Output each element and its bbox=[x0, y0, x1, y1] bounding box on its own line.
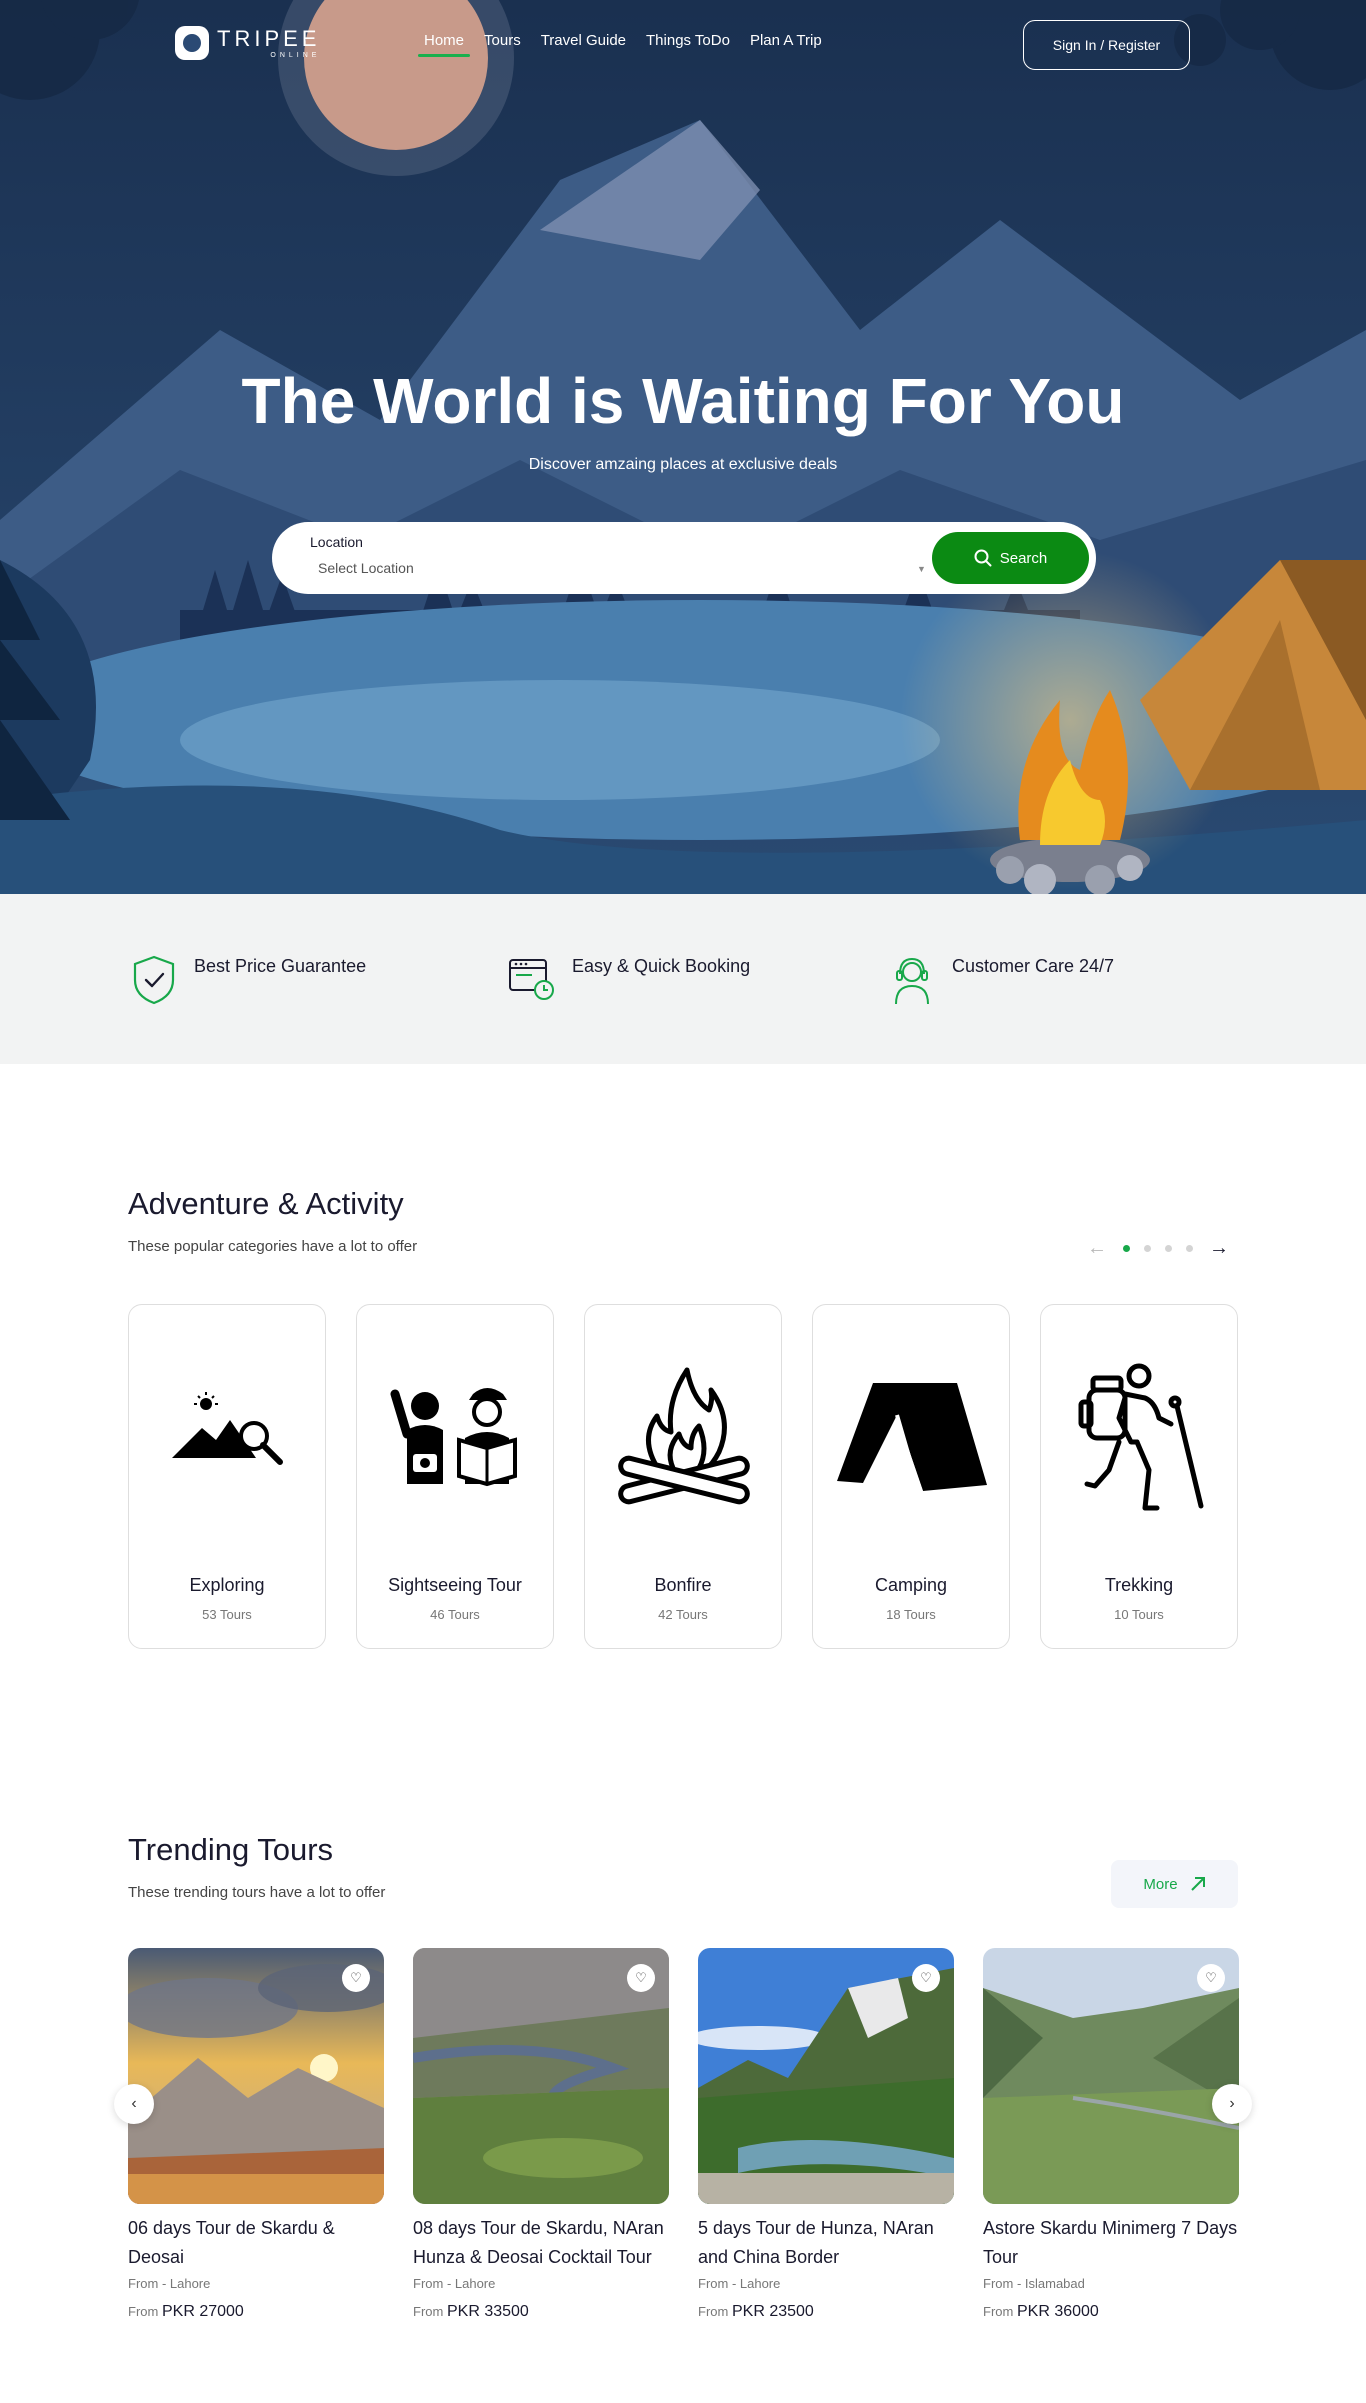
feature-label: Customer Care 24/7 bbox=[952, 956, 1115, 976]
tour-title[interactable]: 5 days Tour de Hunza, NAran and China Bo… bbox=[698, 2214, 954, 2272]
tour-title[interactable]: 08 days Tour de Skardu, NAran Hunza & De… bbox=[413, 2214, 669, 2272]
top-navbar: TRIPEE ONLINE Home Tours Travel Guide Th… bbox=[0, 0, 1366, 90]
category-count: 10 Tours bbox=[1114, 1607, 1164, 1622]
search-button-label: Search bbox=[999, 549, 1048, 567]
category-count: 53 Tours bbox=[202, 1607, 252, 1622]
brand-name: TRIPEE bbox=[217, 25, 321, 51]
search-icon bbox=[974, 549, 992, 567]
category-count: 42 Tours bbox=[658, 1607, 708, 1622]
tour-card[interactable]: ♡ Astore Skardu Minimerg 7 Days Tour Fro… bbox=[983, 1948, 1239, 2321]
category-name: Camping bbox=[874, 1575, 948, 1595]
category-name: Bonfire bbox=[654, 1575, 712, 1595]
more-button[interactable]: More bbox=[1111, 1860, 1238, 1908]
nav-travel-guide[interactable]: Travel Guide bbox=[541, 32, 626, 57]
tourists-icon bbox=[390, 1388, 517, 1487]
brand-tagline: ONLINE bbox=[270, 51, 321, 59]
category-name: Sightseeing Tour bbox=[388, 1575, 522, 1595]
tour-price: From PKR 36000 bbox=[983, 2303, 1099, 2320]
heart-icon[interactable]: ♡ bbox=[1197, 1964, 1225, 1992]
feature-customer-care: Customer Care 24/7 bbox=[888, 954, 1114, 1006]
tour-image[interactable]: ♡ bbox=[128, 1948, 384, 2204]
arrow-right-icon[interactable]: → bbox=[1207, 1237, 1231, 1260]
headset-agent-icon bbox=[895, 957, 929, 1005]
category-count: 18 Tours bbox=[886, 1607, 936, 1622]
search-button[interactable]: Search bbox=[932, 532, 1089, 584]
mountain-search-icon bbox=[172, 1392, 283, 1465]
slider-dot[interactable] bbox=[1123, 1245, 1130, 1252]
category-count: 46 Tours bbox=[430, 1607, 480, 1622]
category-slider-nav: ← → bbox=[1085, 1237, 1231, 1260]
adventure-title: Adventure & Activity bbox=[128, 1186, 404, 1221]
logo-icon bbox=[175, 26, 209, 60]
adventure-subtitle: These popular categories have a lot to o… bbox=[128, 1238, 418, 1255]
carousel-next-button[interactable]: › bbox=[1212, 2084, 1252, 2124]
category-card-trekking[interactable]: Trekking 10 Tours bbox=[1040, 1304, 1238, 1649]
carousel-prev-button[interactable]: ‹ bbox=[114, 2084, 154, 2124]
brand-logo[interactable]: TRIPEE ONLINE bbox=[175, 26, 320, 60]
heart-icon[interactable]: ♡ bbox=[912, 1964, 940, 1992]
tour-card[interactable]: ♡ 5 days Tour de Hunza, NAran and China … bbox=[698, 1948, 954, 2321]
slider-dot[interactable] bbox=[1165, 1245, 1172, 1252]
feature-label: Best Price Guarantee bbox=[194, 956, 367, 976]
tour-title[interactable]: Astore Skardu Minimerg 7 Days Tour bbox=[983, 2214, 1239, 2272]
tour-origin: From - Lahore bbox=[698, 2276, 781, 2291]
category-card-camping[interactable]: Camping 18 Tours bbox=[812, 1304, 1010, 1649]
feature-best-price: Best Price Guarantee bbox=[130, 954, 366, 1006]
category-name: Exploring bbox=[189, 1575, 265, 1595]
feature-label: Easy & Quick Booking bbox=[572, 956, 751, 976]
tour-price: From PKR 23500 bbox=[698, 2303, 814, 2320]
tour-origin: From - Lahore bbox=[413, 2276, 496, 2291]
category-name: Trekking bbox=[1104, 1575, 1174, 1595]
location-select[interactable]: Select Location bbox=[318, 560, 414, 576]
features-strip: Best Price Guarantee Easy & Quick Bookin… bbox=[0, 894, 1366, 1064]
search-bar: Location Select Location ▼ Search bbox=[272, 522, 1096, 594]
arrow-up-right-icon bbox=[1190, 1877, 1205, 1891]
trending-title: Trending Tours bbox=[128, 1832, 334, 1867]
trending-subtitle: These trending tours have a lot to offer bbox=[128, 1884, 386, 1901]
category-card-exploring[interactable]: Exploring 53 Tours bbox=[128, 1304, 326, 1649]
tour-title[interactable]: 06 days Tour de Skardu & Deosai bbox=[128, 2214, 384, 2272]
nav-plan-a-trip[interactable]: Plan A Trip bbox=[750, 32, 822, 57]
feature-quick-booking: Easy & Quick Booking bbox=[508, 954, 750, 1006]
tour-price: From PKR 27000 bbox=[128, 2303, 244, 2320]
chevron-left-icon: ‹ bbox=[131, 2095, 137, 2112]
category-card-sightseeing[interactable]: Sightseeing Tour 46 Tours bbox=[356, 1304, 554, 1649]
slider-dot[interactable] bbox=[1186, 1245, 1193, 1252]
signin-register-button[interactable]: Sign In / Register bbox=[1023, 20, 1190, 70]
tent-icon bbox=[837, 1383, 987, 1492]
shield-check-icon bbox=[133, 955, 175, 1005]
chevron-down-icon[interactable]: ▼ bbox=[917, 564, 926, 574]
hero-section: TRIPEE ONLINE Home Tours Travel Guide Th… bbox=[0, 0, 1366, 894]
nav-things-todo[interactable]: Things ToDo bbox=[646, 32, 730, 57]
calendar-clock-icon bbox=[509, 959, 554, 1000]
tour-image[interactable]: ♡ bbox=[698, 1948, 954, 2204]
category-card-bonfire[interactable]: Bonfire 42 Tours bbox=[584, 1304, 782, 1649]
tour-card[interactable]: ♡ 08 days Tour de Skardu, NAran Hunza & … bbox=[413, 1948, 669, 2321]
tour-origin: From - Lahore bbox=[128, 2276, 211, 2291]
hero-illustration bbox=[0, 0, 1366, 894]
tour-image[interactable]: ♡ bbox=[983, 1948, 1239, 2204]
hero-subtitle: Discover amzaing places at exclusive dea… bbox=[528, 456, 838, 473]
slider-dot[interactable] bbox=[1144, 1245, 1151, 1252]
hero-title: The World is Waiting For You bbox=[241, 365, 1125, 437]
hiker-icon bbox=[1078, 1363, 1204, 1510]
nav-home[interactable]: Home bbox=[417, 32, 471, 57]
nav-tours[interactable]: Tours bbox=[484, 32, 521, 57]
tour-price: From PKR 33500 bbox=[413, 2303, 529, 2320]
heart-icon[interactable]: ♡ bbox=[627, 1964, 655, 1992]
tour-card[interactable]: ♡ 06 days Tour de Skardu & Deosai From -… bbox=[128, 1948, 384, 2321]
more-button-label: More bbox=[1143, 1875, 1178, 1893]
tour-image[interactable]: ♡ bbox=[413, 1948, 669, 2204]
bonfire-icon bbox=[618, 1367, 750, 1505]
arrow-left-icon[interactable]: ← bbox=[1085, 1237, 1109, 1260]
location-label: Location bbox=[310, 534, 363, 550]
main-menu: Home Tours Travel Guide Things ToDo Plan… bbox=[417, 32, 822, 57]
tour-origin: From - Islamabad bbox=[983, 2276, 1085, 2291]
heart-icon[interactable]: ♡ bbox=[342, 1964, 370, 1992]
chevron-right-icon: › bbox=[1229, 2095, 1235, 2112]
